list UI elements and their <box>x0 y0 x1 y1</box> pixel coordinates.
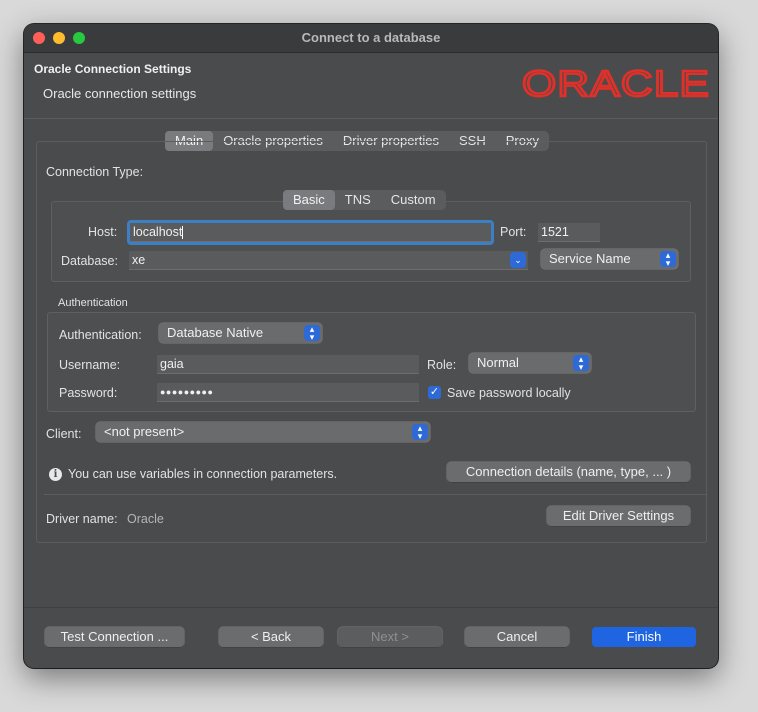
port-label: Port: <box>500 225 527 239</box>
edit-driver-settings-button[interactable]: Edit Driver Settings <box>547 506 690 526</box>
client-label: Client: <box>46 427 82 441</box>
header-divider <box>24 118 718 119</box>
authentication-group-label: Authentication <box>58 297 128 309</box>
authentication-label: Authentication: <box>59 328 142 342</box>
database-label: Database: <box>61 254 118 268</box>
username-input[interactable]: gaia <box>157 355 419 374</box>
cancel-button[interactable]: Cancel <box>465 627 569 647</box>
chevron-down-icon: ⌄ <box>510 252 526 268</box>
info-icon: i <box>49 468 62 481</box>
tab-tns[interactable]: TNS <box>335 190 381 210</box>
oracle-logo: ORACLE <box>522 66 710 102</box>
save-password-label: Save password locally <box>447 386 571 400</box>
driver-name-value: Oracle <box>127 512 164 526</box>
host-label: Host: <box>88 225 118 239</box>
tab-custom[interactable]: Custom <box>381 190 446 210</box>
role-label: Role: <box>427 358 457 372</box>
password-input[interactable]: ●●●●●●●●● <box>157 383 419 402</box>
client-select[interactable]: <not present> ▴ ▾ <box>96 422 430 442</box>
authentication-select[interactable]: Database Native ▴ ▾ <box>159 323 322 343</box>
username-label: Username: <box>59 358 121 372</box>
service-type-select[interactable]: Service Name ▴ ▾ <box>541 249 678 269</box>
password-label: Password: <box>59 386 118 400</box>
dialog-header: Oracle Connection Settings Oracle connec… <box>24 53 718 115</box>
svg-text:ORACLE: ORACLE <box>522 66 710 102</box>
back-button[interactable]: < Back <box>219 627 323 647</box>
up-down-chevron-icon: ▴ ▾ <box>573 355 589 372</box>
up-down-chevron-icon: ▴ ▾ <box>660 251 676 268</box>
host-input[interactable]: localhost <box>127 220 494 245</box>
panel-divider <box>44 494 706 495</box>
up-down-chevron-icon: ▴ ▾ <box>304 325 320 342</box>
database-combo[interactable]: xe ⌄ <box>129 251 528 270</box>
driver-name-label: Driver name: <box>46 512 118 526</box>
next-button[interactable]: Next > <box>338 627 442 647</box>
port-input[interactable]: 1521 <box>538 223 600 242</box>
header-title: Oracle Connection Settings <box>34 62 192 76</box>
window-title: Connect to a database <box>301 30 441 45</box>
connect-dialog: Connect to a database Oracle Connection … <box>24 24 718 668</box>
text-caret <box>182 226 184 240</box>
role-select[interactable]: Normal ▴ ▾ <box>469 353 591 373</box>
header-subtitle: Oracle connection settings <box>43 86 197 101</box>
title-bar: Connect to a database <box>24 24 718 53</box>
variables-info-text: You can use variables in connection para… <box>68 467 338 481</box>
tab-basic[interactable]: Basic <box>283 190 335 210</box>
finish-button[interactable]: Finish <box>592 627 696 647</box>
connection-type-label: Connection Type: <box>46 165 144 179</box>
up-down-chevron-icon: ▴ ▾ <box>412 424 428 441</box>
footer-divider <box>24 607 718 608</box>
connection-type-tabs: Basic TNS Custom <box>283 190 446 210</box>
save-password-checkbox[interactable]: ✓ <box>428 386 441 399</box>
connection-details-button[interactable]: Connection details (name, type, ... ) <box>447 462 690 482</box>
test-connection-button[interactable]: Test Connection ... <box>45 627 184 647</box>
